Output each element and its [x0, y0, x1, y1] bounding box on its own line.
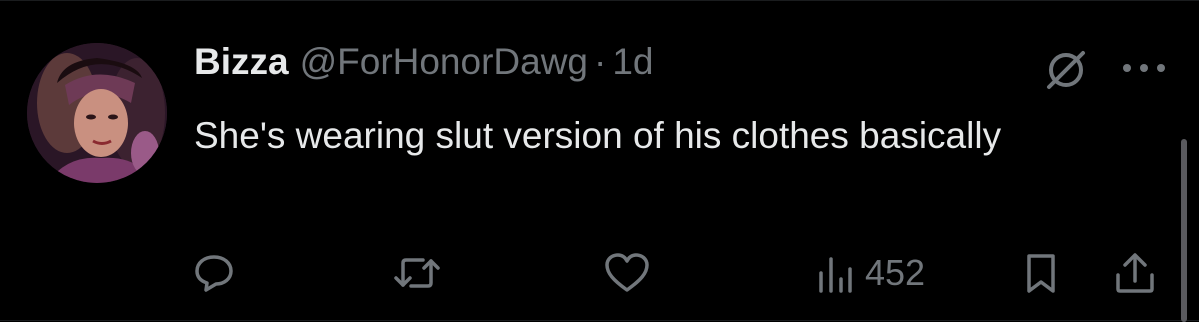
share-button[interactable]	[1111, 249, 1159, 297]
speech-bubble-icon	[195, 255, 233, 292]
heart-icon	[605, 253, 649, 292]
avatar[interactable]	[27, 43, 167, 183]
avatar-photo	[27, 43, 167, 183]
tweet-header: Bizza @ForHonorDawg · 1d	[194, 41, 654, 91]
handle[interactable]: @ForHonorDawg	[300, 41, 588, 83]
grok-icon[interactable]	[1043, 47, 1089, 93]
share-icon	[1116, 253, 1154, 293]
bookmark-icon	[1027, 254, 1055, 293]
retweet-button[interactable]	[393, 249, 441, 297]
bookmark-button[interactable]	[1021, 249, 1061, 297]
like-button[interactable]	[603, 249, 651, 297]
views-count: 452	[865, 252, 926, 293]
display-name[interactable]: Bizza	[194, 41, 289, 83]
timestamp[interactable]: 1d	[612, 41, 653, 83]
scrollbar[interactable]	[1181, 139, 1187, 322]
reply-button[interactable]	[192, 249, 236, 297]
tweet[interactable]: Bizza @ForHonorDawg · 1d She's wearing s…	[0, 0, 1199, 322]
retweet-icon	[394, 258, 440, 288]
views-button[interactable]: 452	[815, 249, 925, 297]
bar-chart-icon	[819, 257, 852, 293]
tweet-text: She's wearing slut version of his clothe…	[194, 115, 1002, 156]
more-icon[interactable]	[1118, 53, 1170, 83]
separator-dot: ·	[594, 41, 607, 82]
